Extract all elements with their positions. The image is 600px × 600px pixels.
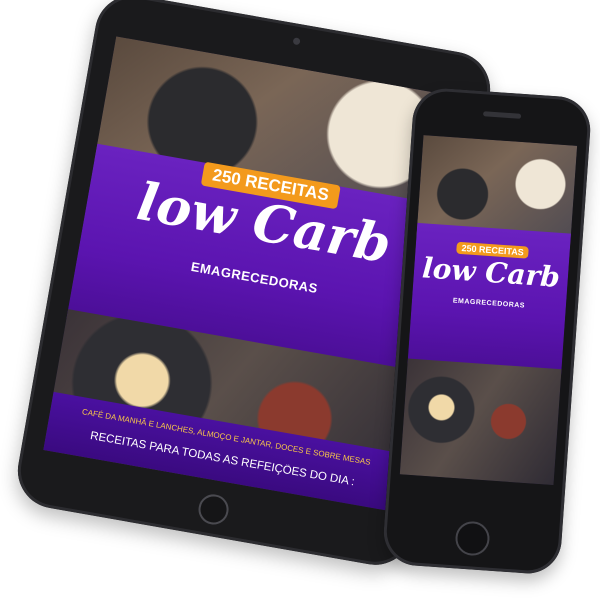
food-photo-bottom bbox=[399, 358, 562, 486]
phone-device: 250 RECEITAS low Carb EMAGRECEDORAS bbox=[381, 86, 593, 576]
phone-home-button bbox=[454, 520, 491, 557]
tablet-home-button bbox=[196, 492, 231, 527]
device-mockup-scene: 250 RECEITAS low Carb EMAGRECEDORAS CAFÉ… bbox=[0, 0, 600, 600]
phone-screen-ebook-cover: 250 RECEITAS low Carb EMAGRECEDORAS bbox=[399, 135, 578, 486]
phone-speaker bbox=[482, 111, 522, 119]
tablet-camera bbox=[292, 37, 301, 46]
